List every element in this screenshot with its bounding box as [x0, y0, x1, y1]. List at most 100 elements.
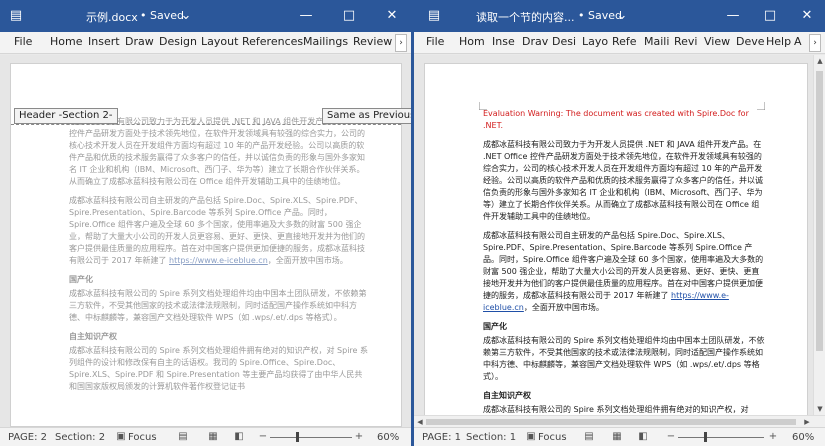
screen: ▤ 示例.docx • Saved ⌄ — □ ✕ File Home Inse…	[0, 0, 825, 446]
zoom-slider-knob[interactable]	[704, 432, 707, 442]
scroll-down-icon[interactable]: ▼	[814, 403, 825, 415]
zoom-slider-track[interactable]	[678, 437, 764, 438]
tab-insert[interactable]: Inse	[492, 35, 515, 48]
scroll-up-icon[interactable]: ▲	[814, 55, 825, 67]
chevron-right-icon[interactable]: ›	[395, 34, 407, 52]
document-canvas: Evaluation Warning: The document was cre…	[414, 55, 825, 427]
right-word-window: ▤ 读取一个节的内容... • Saved ⌄ — □ ✕ File Hom I…	[414, 0, 825, 446]
close-icon[interactable]: ✕	[796, 6, 818, 26]
title-bar: ▤ 读取一个节的内容... • Saved ⌄ — □ ✕	[414, 0, 825, 32]
tab-design[interactable]: Desi	[552, 35, 576, 48]
tab-help[interactable]: Help	[766, 35, 791, 48]
zoom-level[interactable]: 60%	[792, 432, 814, 443]
products-tail: ，全面开放中国市场。	[267, 256, 348, 265]
document-page[interactable]: Evaluation Warning: The document was cre…	[424, 63, 808, 427]
paragraph-intro: 成都冰蓝科技有限公司致力于为开发人员提供 .NET 和 JAVA 组件开发产品。…	[69, 117, 365, 186]
horizontal-scrollbar[interactable]: ◀ ▶	[414, 415, 825, 427]
chevron-down-icon[interactable]: ⌄	[614, 8, 630, 24]
left-word-window: ▤ 示例.docx • Saved ⌄ — □ ✕ File Home Inse…	[0, 0, 411, 446]
header-section-tag: Header -Section 2-	[14, 108, 118, 124]
status-bar: PAGE: 1 Section: 1 ▣ Focus ▤ ▦ ◧ − + 60%	[414, 427, 825, 446]
tab-design[interactable]: Design	[159, 35, 197, 48]
close-icon[interactable]: ✕	[381, 6, 403, 26]
word-doc-icon: ▤	[427, 8, 441, 23]
evaluation-warning: Evaluation Warning: The document was cre…	[483, 109, 749, 130]
vertical-scrollbar[interactable]: ▲ ▼	[813, 55, 825, 427]
minimize-icon[interactable]: —	[722, 6, 744, 26]
same-as-previous-tag: Same as Previous	[322, 108, 411, 124]
tab-review[interactable]: Revi	[674, 35, 697, 48]
scroll-right-icon[interactable]: ▶	[801, 416, 813, 427]
heading-localization: 国产化	[483, 322, 507, 331]
tab-review[interactable]: Review	[353, 35, 392, 48]
tab-mailings[interactable]: Mailings	[303, 35, 348, 48]
minimize-icon[interactable]: —	[295, 6, 317, 26]
tab-file[interactable]: File	[14, 35, 32, 48]
tab-home[interactable]: Home	[50, 35, 82, 48]
focus-button[interactable]: Focus	[538, 432, 567, 443]
scroll-thumb[interactable]	[426, 419, 796, 425]
print-layout-icon[interactable]: ▦	[206, 431, 220, 443]
maximize-icon[interactable]: □	[759, 6, 781, 26]
tab-draw[interactable]: Draw	[125, 35, 154, 48]
word-doc-icon: ▤	[9, 8, 23, 23]
zoom-slider-knob[interactable]	[296, 432, 299, 442]
page-body: 成都冰蓝科技有限公司致力于为开发人员提供 .NET 和 JAVA 组件开发产品。…	[69, 116, 369, 400]
scroll-thumb[interactable]	[816, 71, 823, 351]
paragraph-intro: 成都冰蓝科技有限公司致力于为开发人员提供 .NET 和 JAVA 组件开发产品。…	[483, 140, 763, 221]
read-mode-icon[interactable]: ▤	[582, 431, 596, 443]
title-bar: ▤ 示例.docx • Saved ⌄ — □ ✕	[0, 0, 411, 32]
zoom-in-icon[interactable]: +	[766, 431, 780, 443]
read-mode-icon[interactable]: ▤	[176, 431, 190, 443]
print-layout-icon[interactable]: ▦	[610, 431, 624, 443]
ribbon-tabs: File Hom Inse Drav Desi Layo Refe Maili …	[414, 32, 825, 54]
maximize-icon[interactable]: □	[338, 6, 360, 26]
tab-references[interactable]: References	[242, 35, 303, 48]
tab-view[interactable]: View	[704, 35, 730, 48]
section-indicator[interactable]: Section: 2	[55, 432, 105, 443]
page-indicator[interactable]: PAGE: 2	[8, 432, 47, 443]
tab-file[interactable]: File	[426, 35, 444, 48]
paragraph-localization: 成都冰蓝科技有限公司的 Spire 系列文档处理组件均由中国本土团队研发，不依赖…	[69, 289, 367, 322]
paragraph-products: 成都冰蓝科技有限公司自主研发的产品包括 Spire.Doc、Spire.XLS、…	[69, 195, 369, 267]
tab-insert[interactable]: Insert	[88, 35, 120, 48]
zoom-out-icon[interactable]: −	[664, 431, 678, 443]
website-link[interactable]: https://www.e-iceblue.cn	[169, 256, 268, 265]
page-indicator[interactable]: PAGE: 1	[422, 432, 461, 443]
zoom-out-icon[interactable]: −	[256, 431, 270, 443]
web-layout-icon[interactable]: ◧	[636, 431, 650, 443]
focus-icon[interactable]: ▣	[524, 431, 538, 443]
zoom-slider-track[interactable]	[270, 437, 352, 438]
scroll-left-icon[interactable]: ◀	[414, 416, 426, 427]
status-bar: PAGE: 2 Section: 2 ▣ Focus ▤ ▦ ◧ − + 60%	[0, 427, 411, 446]
tab-developer[interactable]: Deve	[736, 35, 765, 48]
focus-icon[interactable]: ▣	[114, 431, 128, 443]
page-body: Evaluation Warning: The document was cre…	[483, 108, 765, 426]
chevron-right-icon[interactable]: ›	[809, 34, 821, 52]
paragraph-localization: 成都冰蓝科技有限公司的 Spire 系列文档处理组件均由中国本土团队研发，不依赖…	[483, 336, 765, 381]
tab-overflow[interactable]: A	[794, 35, 802, 48]
focus-button[interactable]: Focus	[128, 432, 157, 443]
tab-references[interactable]: Refe	[612, 35, 637, 48]
zoom-in-icon[interactable]: +	[352, 431, 366, 443]
products-text: 成都冰蓝科技有限公司自主研发的产品包括 Spire.Doc、Spire.XLS、…	[69, 196, 365, 265]
document-canvas: 成都冰蓝科技有限公司致力于为开发人员提供 .NET 和 JAVA 组件开发产品。…	[0, 55, 411, 427]
paragraph-ip: 成都冰蓝科技有限公司的 Spire 系列文档处理组件拥有绝对的知识产权，对 Sp…	[69, 346, 368, 391]
tab-draw[interactable]: Drav	[522, 35, 548, 48]
web-layout-icon[interactable]: ◧	[232, 431, 246, 443]
tab-layout[interactable]: Layout	[201, 35, 238, 48]
heading-localization: 国产化	[69, 275, 93, 284]
section-indicator[interactable]: Section: 1	[466, 432, 516, 443]
paragraph-products: 成都冰蓝科技有限公司自主研发的产品包括 Spire.Doc、Spire.XLS、…	[483, 230, 765, 314]
products-text: 成都冰蓝科技有限公司自主研发的产品包括 Spire.Doc、Spire.XLS、…	[483, 231, 764, 300]
heading-ip: 自主知识产权	[69, 332, 117, 341]
ribbon-tabs: File Home Insert Draw Design Layout Refe…	[0, 32, 411, 54]
chevron-down-icon[interactable]: ⌄	[178, 8, 194, 24]
document-title: 示例.docx	[86, 11, 138, 24]
heading-ip: 自主知识产权	[483, 391, 531, 400]
document-title: 读取一个节的内容...	[476, 11, 575, 24]
tab-layout[interactable]: Layo	[582, 35, 608, 48]
tab-home[interactable]: Hom	[459, 35, 485, 48]
zoom-level[interactable]: 60%	[377, 432, 399, 443]
tab-mailings[interactable]: Maili	[644, 35, 669, 48]
